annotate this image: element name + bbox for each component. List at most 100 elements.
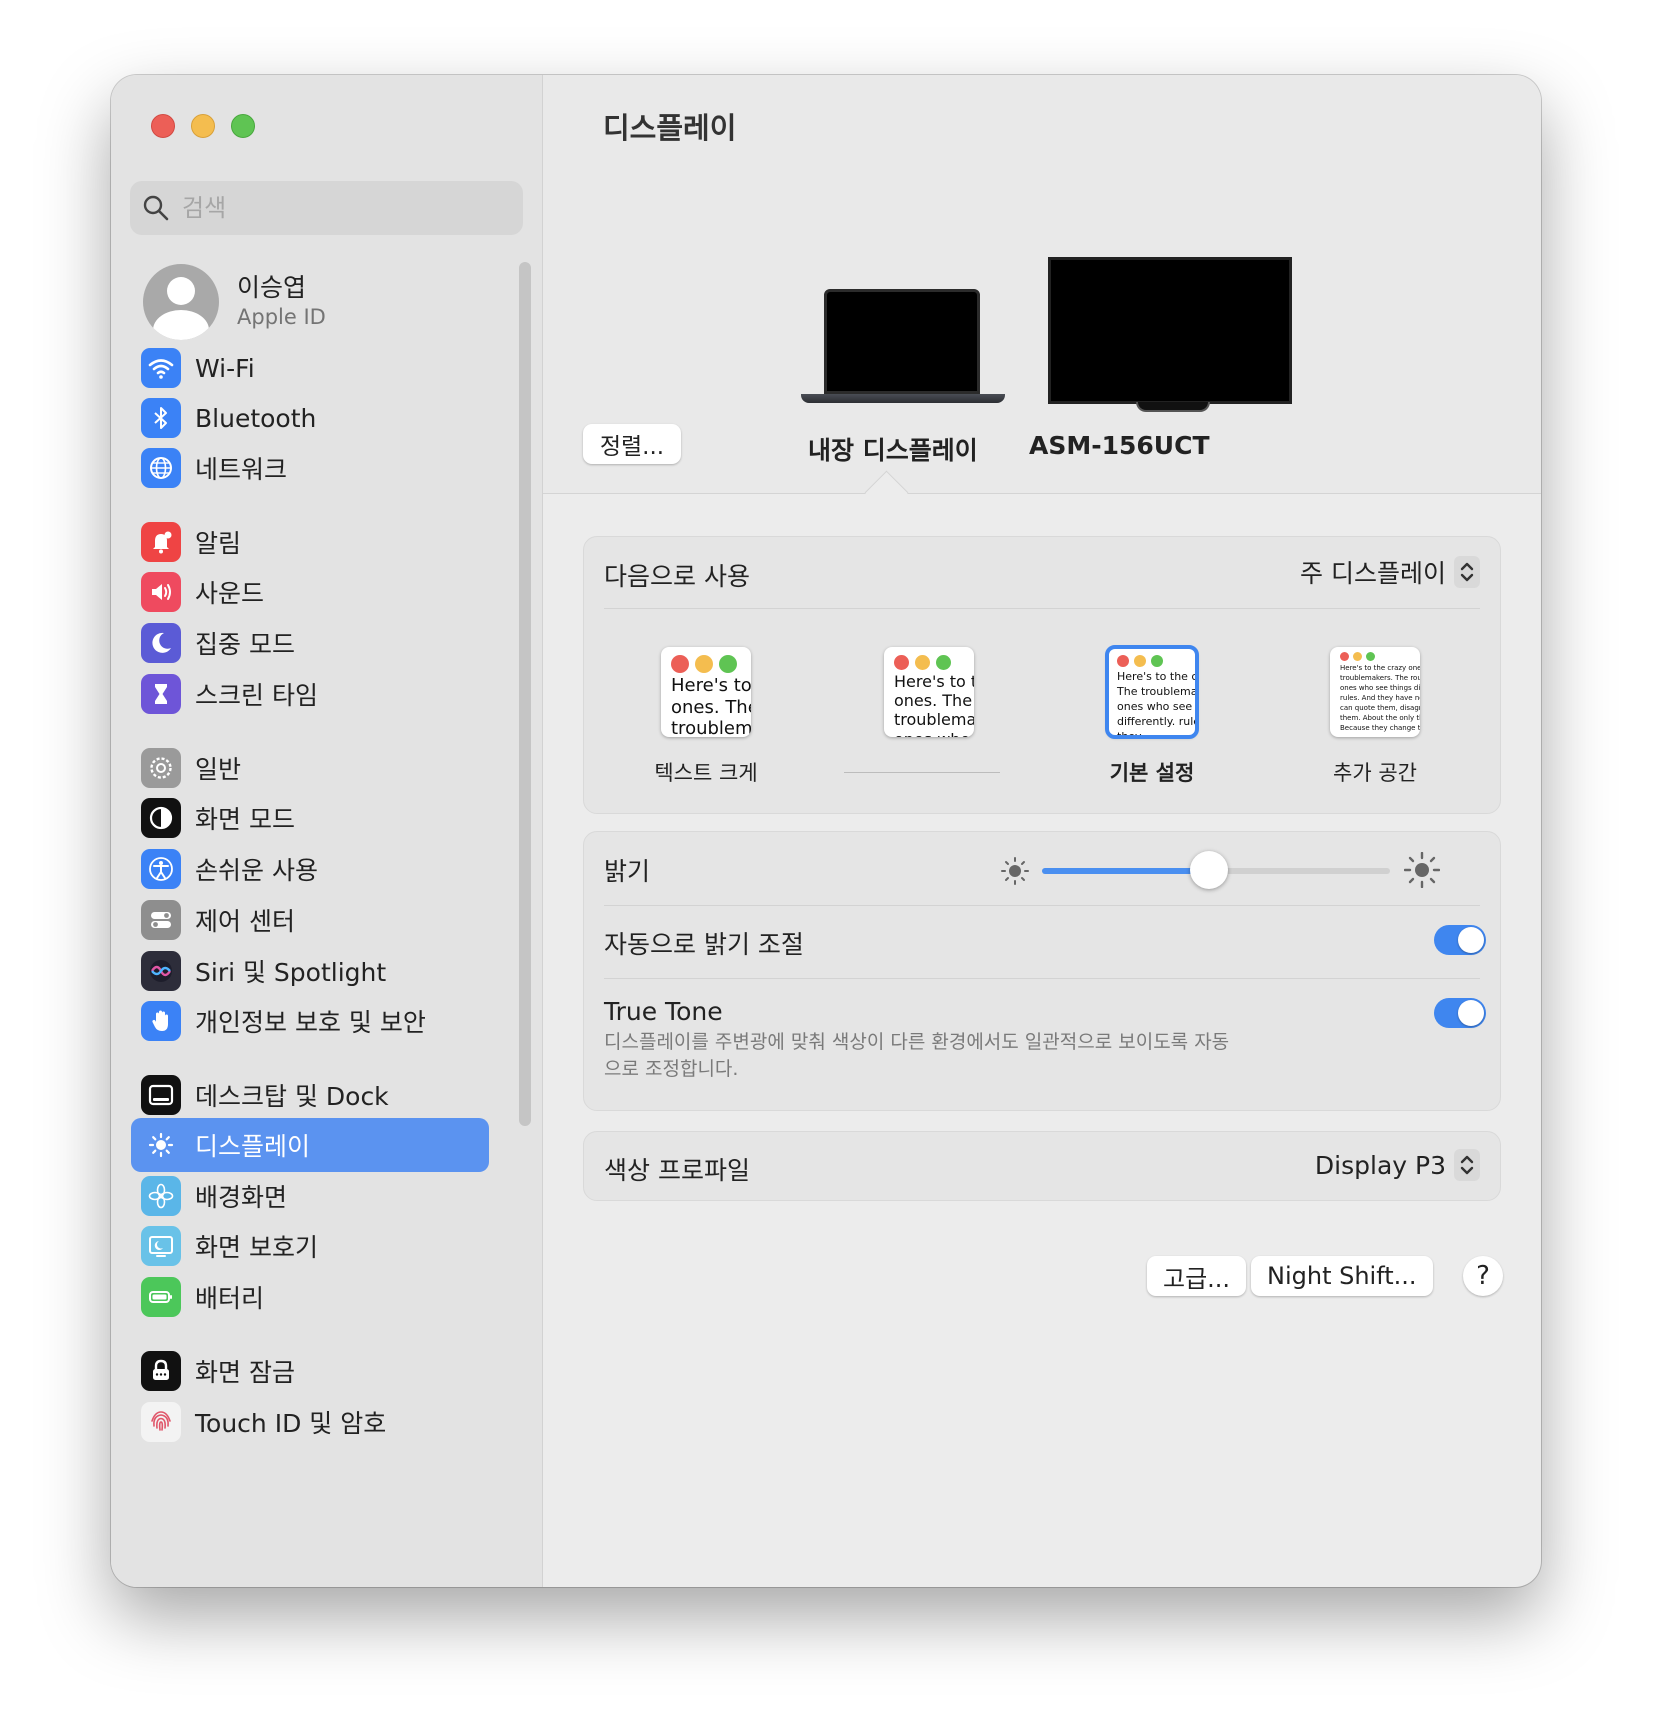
- brightness-slider-fill: [1042, 868, 1210, 874]
- color-profile-popup[interactable]: Display P3: [1315, 1149, 1480, 1181]
- bluetooth-icon: [141, 398, 181, 438]
- main-pane: 디스플레이 정렬... 내장 디스플레이 ASM-156UCT 다음으로 사용 …: [543, 75, 1541, 1587]
- hourglass-icon: [141, 674, 181, 714]
- arrange-button[interactable]: 정렬...: [583, 424, 681, 464]
- sidebar-item[interactable]: 화면 잠금: [131, 1344, 489, 1398]
- siri-icon: [141, 951, 181, 991]
- sidebar-item[interactable]: 일반: [131, 741, 489, 795]
- sidebar-item-label: 디스플레이: [195, 1132, 311, 1161]
- external-display-thumbnail[interactable]: [1048, 257, 1292, 412]
- sidebar-item-label: Touch ID 및 암호: [195, 1409, 387, 1438]
- moon-icon: [141, 623, 181, 663]
- brightness-slider-knob[interactable]: [1190, 851, 1229, 889]
- external-display-label[interactable]: ASM-156UCT: [1029, 431, 1210, 460]
- sidebar-item-label: 스크린 타임: [195, 681, 318, 710]
- sidebar-item[interactable]: 배경화면: [131, 1169, 489, 1223]
- true-tone-description: 디스플레이를 주변광에 맞춰 색상이 다른 환경에서도 일관적으로 보이도록 자…: [604, 1031, 1230, 1080]
- divider: [604, 978, 1480, 979]
- apple-id-profile[interactable]: 이승엽 Apple ID: [143, 264, 326, 340]
- bell-icon: [141, 522, 181, 562]
- built-in-display-label[interactable]: 내장 디스플레이: [808, 431, 978, 467]
- sidebar-item[interactable]: 사운드: [131, 565, 489, 619]
- color-profile-value: Display P3: [1314, 1150, 1446, 1180]
- divider: [604, 608, 1480, 609]
- sidebar-item-label: 개인정보 보호 및 보안: [195, 1008, 426, 1037]
- sidebar-item[interactable]: 집중 모드: [131, 616, 489, 670]
- sun-icon: [141, 1125, 181, 1165]
- sidebar-item[interactable]: Bluetooth: [131, 391, 489, 445]
- sidebar-scrollbar[interactable]: [519, 262, 531, 1126]
- sidebar-item-label: Bluetooth: [195, 403, 317, 433]
- fingerprint-icon: [141, 1402, 181, 1442]
- sidebar-item-label: 화면 잠금: [195, 1358, 295, 1387]
- auto-brightness-toggle[interactable]: [1434, 925, 1486, 955]
- sidebar-item-label: 화면 모드: [195, 805, 295, 834]
- sidebar-item[interactable]: 배터리: [131, 1270, 489, 1324]
- sidebar-item[interactable]: Siri 및 Spotlight: [131, 944, 489, 998]
- sun-large-icon: [1404, 852, 1440, 888]
- minimize-button[interactable]: [191, 114, 215, 138]
- resolution-sample-text: Here's to the crazy ones. The troublemak…: [1117, 670, 1197, 737]
- sidebar-item-label: 일반: [195, 755, 242, 784]
- accessibility-icon: [141, 849, 181, 889]
- auto-brightness-label: 자동으로 밝기 조절: [604, 930, 804, 959]
- resolution-caption: 텍스트 크게: [654, 761, 758, 785]
- screensaver-icon: [141, 1226, 181, 1266]
- sidebar-item-label: 사운드: [195, 579, 265, 608]
- advanced-button[interactable]: 고급...: [1147, 1256, 1247, 1296]
- resolution-preview: Here's to the crazy ones. The troublemak…: [1330, 647, 1420, 737]
- sidebar-item[interactable]: 네트워크: [131, 441, 489, 495]
- page-title: 디스플레이: [603, 111, 737, 145]
- sidebar-item[interactable]: 알림: [131, 515, 489, 569]
- sidebar-item-label: 데스크탑 및 Dock: [195, 1082, 389, 1111]
- sidebar-item[interactable]: 화면 모드: [131, 791, 489, 845]
- zoom-button[interactable]: [231, 114, 255, 138]
- sidebar-item-label: 배터리: [195, 1284, 265, 1313]
- resolution-option-larger-text[interactable]: Here's to the crazy ones. The troublemak…: [626, 647, 786, 785]
- resolution-sample-text: Here's to the crazy ones. The troublemak…: [894, 672, 974, 737]
- true-tone-toggle[interactable]: [1434, 998, 1486, 1028]
- true-tone-label: True Tone: [604, 997, 723, 1026]
- sidebar-item-label: 알림: [195, 529, 242, 558]
- brightness-card: 밝기 자동으로 밝기 조절 True Tone 디스플레이를 주변광에 맞춰 색…: [583, 831, 1501, 1111]
- sidebar-item[interactable]: 손쉬운 사용: [131, 842, 489, 896]
- sidebar-item[interactable]: Touch ID 및 암호: [131, 1395, 489, 1449]
- close-button[interactable]: [151, 114, 175, 138]
- resolution-option-more-space[interactable]: Here's to the crazy ones. The troublemak…: [1295, 647, 1455, 785]
- chevron-updown-icon: [1454, 556, 1480, 588]
- brightness-slider[interactable]: [1042, 851, 1390, 889]
- use-as-card: 다음으로 사용 주 디스플레이 Here's to the crazy ones…: [583, 536, 1501, 814]
- sidebar-item-label: 제어 센터: [195, 907, 295, 936]
- lock-icon: [141, 1351, 181, 1391]
- divider: [543, 493, 1541, 494]
- resolution-preview: Here's to the crazy ones. The troublemak…: [1105, 645, 1199, 739]
- use-as-popup[interactable]: 주 디스플레이: [1300, 554, 1480, 590]
- divider: [604, 905, 1480, 906]
- sidebar-item[interactable]: Wi-Fi: [131, 341, 489, 395]
- resolution-option-2[interactable]: Here's to the crazy ones. The troublemak…: [849, 647, 1009, 783]
- sidebar-item[interactable]: 스크린 타임: [131, 667, 489, 721]
- wifi-icon: [141, 348, 181, 388]
- sidebar-item[interactable]: 화면 보호기: [131, 1219, 489, 1273]
- sidebar-item[interactable]: 데스크탑 및 Dock: [131, 1068, 489, 1122]
- sidebar-item-label: Wi-Fi: [195, 353, 255, 383]
- system-settings-window: 이승엽 Apple ID Wi-Fi Bluetooth 네트워크알림사운드집중 모…: [111, 75, 1541, 1587]
- sidebar: 이승엽 Apple ID Wi-Fi Bluetooth 네트워크알림사운드집중 모…: [111, 75, 543, 1587]
- night-shift-button[interactable]: Night Shift...: [1251, 1256, 1433, 1296]
- sidebar-item[interactable]: 디스플레이: [131, 1118, 489, 1172]
- window-controls: [151, 114, 255, 138]
- sidebar-item-label: Siri 및 Spotlight: [195, 958, 387, 987]
- resolution-option-default[interactable]: Here's to the crazy ones. The troublemak…: [1072, 645, 1232, 785]
- search-field[interactable]: [130, 181, 523, 235]
- help-button[interactable]: ?: [1463, 1256, 1503, 1296]
- search-input[interactable]: [180, 193, 504, 223]
- sidebar-item[interactable]: 제어 센터: [131, 893, 489, 947]
- globe-icon: [141, 448, 181, 488]
- avatar: [143, 264, 219, 340]
- sidebar-item[interactable]: 개인정보 보호 및 보안: [131, 994, 489, 1048]
- profile-subtitle: Apple ID: [237, 305, 326, 329]
- sidebar-item-label: 집중 모드: [195, 630, 295, 659]
- built-in-display-thumbnail[interactable]: [801, 289, 1005, 409]
- battery-icon: [141, 1277, 181, 1317]
- resolution-sample-text: Here's to the crazy ones. The troublemak…: [671, 675, 751, 737]
